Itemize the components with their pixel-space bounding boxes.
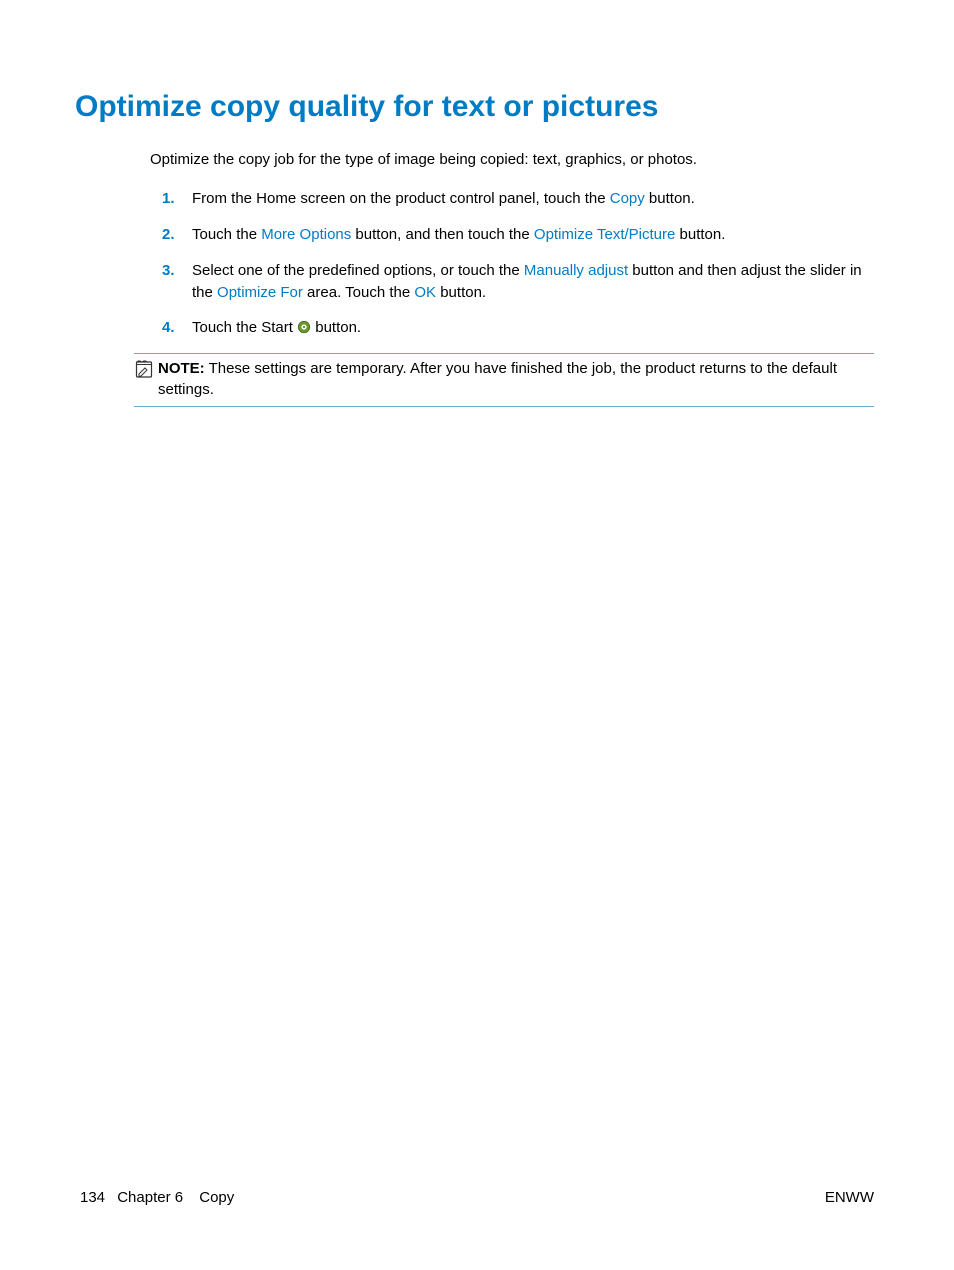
document-page: Optimize copy quality for text or pictur…	[0, 0, 954, 1270]
ui-reference: Copy	[610, 190, 645, 207]
step-item: 2.Touch the More Options button, and the…	[168, 224, 874, 246]
page-heading: Optimize copy quality for text or pictur…	[75, 90, 874, 124]
steps-list: 1.From the Home screen on the product co…	[168, 188, 874, 339]
step-number: 3.	[162, 260, 175, 282]
note-block: NOTE: These settings are temporary. Afte…	[134, 353, 874, 407]
ui-reference: Optimize For	[217, 284, 303, 301]
step-item: 3.Select one of the predefined options, …	[168, 260, 874, 304]
ui-reference: Optimize Text/Picture	[534, 226, 675, 243]
footer-right: ENWW	[825, 1189, 874, 1206]
step-item: 1.From the Home screen on the product co…	[168, 188, 874, 210]
step-number: 4.	[162, 317, 175, 339]
note-label: NOTE:	[158, 360, 205, 377]
ui-reference: Manually adjust	[524, 262, 628, 279]
intro-paragraph: Optimize the copy job for the type of im…	[150, 150, 874, 170]
step-item: 4.Touch the Start button.	[168, 317, 874, 339]
step-number: 1.	[162, 188, 175, 210]
ui-reference: More Options	[261, 226, 351, 243]
footer-chapter-label: Chapter 6	[117, 1189, 183, 1206]
step-number: 2.	[162, 224, 175, 246]
note-icon	[134, 359, 154, 379]
note-text: These settings are temporary. After you …	[158, 360, 837, 398]
footer-chapter-name: Copy	[199, 1189, 234, 1206]
page-footer: 134 Chapter 6 Copy ENWW	[80, 1189, 874, 1206]
footer-page-number: 134	[80, 1189, 105, 1206]
start-icon	[297, 319, 311, 333]
ui-reference: OK	[414, 284, 436, 301]
